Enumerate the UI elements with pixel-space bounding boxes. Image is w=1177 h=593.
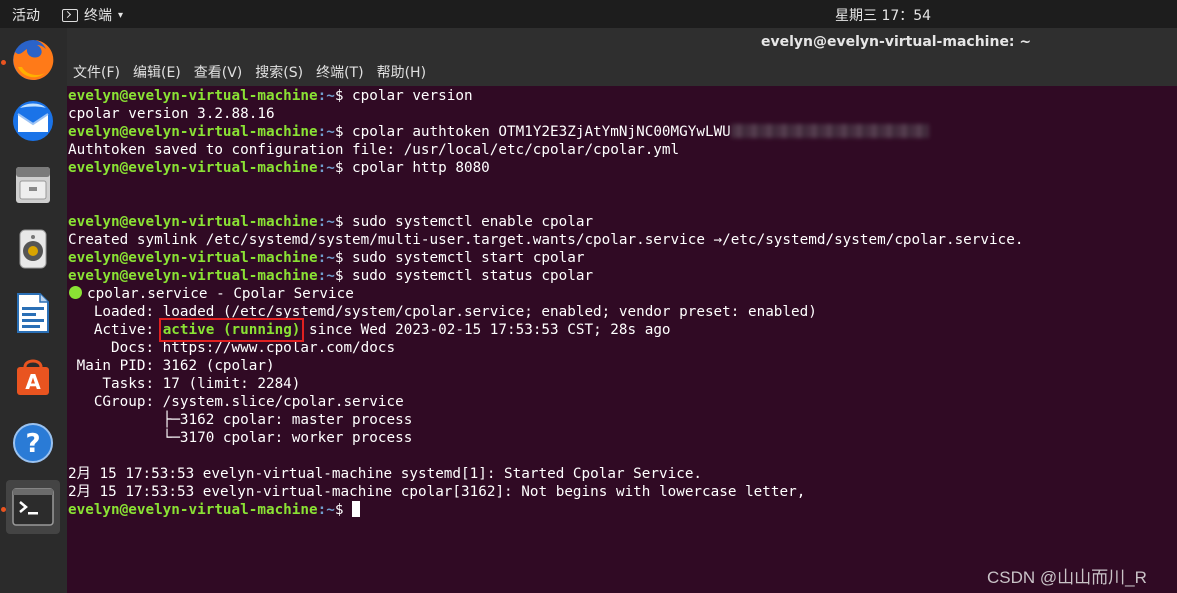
- terminal-icon[interactable]: [6, 480, 60, 534]
- command-text: cpolar version: [343, 88, 473, 104]
- output-line: Created symlink /etc/systemd/system/mult…: [68, 232, 1024, 248]
- command-line: evelyn@evelyn-virtual-machine:~$: [68, 501, 1173, 519]
- svg-text:A: A: [25, 370, 41, 394]
- prompt-path: :~: [317, 250, 335, 266]
- app-menu[interactable]: 终端 ▾: [62, 5, 123, 25]
- service-title: cpolar.service - Cpolar Service: [87, 286, 354, 302]
- command-text: sudo systemctl enable cpolar: [343, 214, 594, 230]
- prompt-user: evelyn@evelyn-virtual-machine: [68, 88, 318, 104]
- prompt-path: :~: [317, 88, 335, 104]
- window-titlebar[interactable]: evelyn@evelyn-virtual-machine: ~: [67, 28, 1177, 58]
- clock[interactable]: 星期三 17：54: [835, 5, 931, 25]
- command-line: evelyn@evelyn-virtual-machine:~$ sudo sy…: [68, 249, 1173, 267]
- prompt-symbol: $: [334, 502, 344, 518]
- caret-down-icon: ▾: [118, 9, 124, 21]
- command-line: evelyn@evelyn-virtual-machine:~$ cpolar …: [68, 123, 1173, 141]
- top-bar: 活动 终端 ▾ 星期三 17：54: [0, 0, 1177, 28]
- prompt-path: :~: [317, 268, 335, 284]
- files-icon[interactable]: [6, 158, 60, 212]
- watermark: CSDN @山山而川_R: [987, 568, 1147, 587]
- menu-terminal[interactable]: 终端(T): [316, 62, 363, 82]
- firefox-icon[interactable]: [6, 33, 60, 87]
- window-title: evelyn@evelyn-virtual-machine: ~: [761, 34, 1032, 50]
- command-line: evelyn@evelyn-virtual-machine:~$ cpolar …: [68, 159, 1173, 177]
- output-line: CGroup: /system.slice/cpolar.service: [68, 394, 404, 410]
- output-line: Main PID: 3162 (cpolar): [68, 358, 275, 374]
- command-line: evelyn@evelyn-virtual-machine:~$ cpolar …: [68, 87, 1173, 105]
- prompt-path: :~: [317, 214, 335, 230]
- svg-text:?: ?: [25, 429, 40, 459]
- help-icon[interactable]: ?: [6, 416, 60, 470]
- menu-search[interactable]: 搜索(S): [255, 62, 303, 82]
- redacted-token: [730, 124, 929, 138]
- prompt-user: evelyn@evelyn-virtual-machine: [68, 124, 318, 140]
- dock: A ?: [0, 28, 67, 593]
- prompt-user: evelyn@evelyn-virtual-machine: [68, 214, 318, 230]
- terminal-small-icon: [62, 8, 78, 22]
- prompt-user: evelyn@evelyn-virtual-machine: [68, 250, 318, 266]
- thunderbird-icon[interactable]: [6, 94, 60, 148]
- prompt-path: :~: [317, 160, 335, 176]
- terminal-output[interactable]: evelyn@evelyn-virtual-machine:~$ cpolar …: [68, 87, 1173, 587]
- output-line: Docs: https://www.cpolar.com/docs: [68, 340, 396, 356]
- libreoffice-writer-icon[interactable]: [6, 286, 60, 340]
- command-text: cpolar http 8080: [343, 160, 490, 176]
- output-line: Tasks: 17 (limit: 2284): [68, 376, 301, 392]
- output-line: 2月 15 17:53:53 evelyn-virtual-machine cp…: [68, 484, 806, 500]
- text-cursor: [352, 501, 361, 517]
- prompt-user: evelyn@evelyn-virtual-machine: [68, 160, 318, 176]
- status-dot-icon: [69, 286, 82, 299]
- menu-help[interactable]: 帮助(H): [377, 62, 426, 82]
- rhythmbox-icon[interactable]: [6, 222, 60, 276]
- app-menu-label: 终端: [84, 8, 112, 24]
- menu-view[interactable]: 查看(V): [194, 62, 243, 82]
- output-line: Loaded: loaded (/etc/systemd/system/cpol…: [68, 304, 817, 320]
- prompt-user: evelyn@evelyn-virtual-machine: [68, 502, 318, 518]
- command-text: sudo systemctl start cpolar: [343, 250, 585, 266]
- active-state-highlight: active (running): [158, 318, 305, 342]
- software-center-icon[interactable]: A: [6, 350, 60, 404]
- output-line: 2月 15 17:53:53 evelyn-virtual-machine sy…: [68, 466, 703, 482]
- output-line: cpolar.service - Cpolar Service: [68, 285, 1173, 303]
- output-line: └─3170 cpolar: worker process: [68, 430, 413, 446]
- active-label: Active:: [68, 322, 163, 338]
- activities-button[interactable]: 活动: [12, 5, 40, 25]
- output-line: Authtoken saved to configuration file: /…: [68, 142, 680, 158]
- prompt-user: evelyn@evelyn-virtual-machine: [68, 268, 318, 284]
- prompt-path: :~: [317, 502, 335, 518]
- menu-bar: 文件(F) 编辑(E) 查看(V) 搜索(S) 终端(T) 帮助(H): [67, 58, 1177, 86]
- command-text: sudo systemctl status cpolar: [343, 268, 594, 284]
- menu-edit[interactable]: 编辑(E): [133, 62, 181, 82]
- command-text: cpolar authtoken OTM1Y2E3ZjAtYmNjNC00MGY…: [343, 124, 731, 140]
- output-line: cpolar version 3.2.88.16: [68, 106, 275, 122]
- prompt-path: :~: [317, 124, 335, 140]
- active-rest: since Wed 2023-02-15 17:53:53 CST; 28s a…: [300, 322, 671, 338]
- command-line: evelyn@evelyn-virtual-machine:~$ sudo sy…: [68, 213, 1173, 231]
- command-line: evelyn@evelyn-virtual-machine:~$ sudo sy…: [68, 267, 1173, 285]
- menu-file[interactable]: 文件(F): [73, 62, 120, 82]
- output-line: ├─3162 cpolar: master process: [68, 412, 413, 428]
- output-line: Active: active (running) since Wed 2023-…: [68, 318, 1173, 342]
